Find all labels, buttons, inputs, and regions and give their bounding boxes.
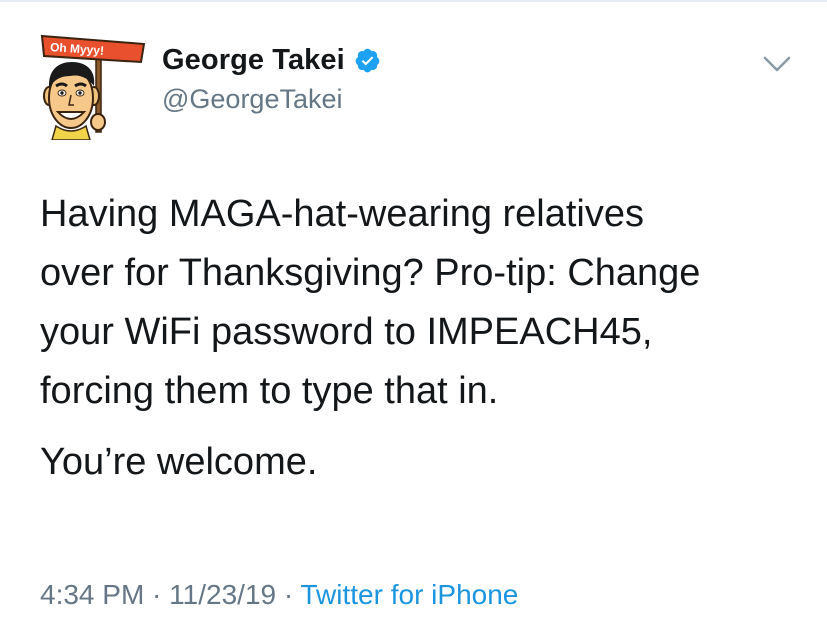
tweet-line: Having MAGA-hat-wearing relatives: [40, 193, 645, 235]
tweet-line: over for Thanksgiving? Pro-tip: Change: [40, 252, 701, 294]
verified-badge-icon: [355, 48, 380, 73]
tweet-source-link[interactable]: Twitter for iPhone: [300, 579, 518, 610]
tweet-time[interactable]: 4:34 PM: [40, 579, 144, 610]
author-name-row[interactable]: George Takei: [162, 44, 381, 77]
author-display-name[interactable]: George Takei: [162, 44, 345, 77]
tweet-closing: You’re welcome.: [40, 441, 318, 483]
meta-separator: ·: [144, 579, 170, 610]
tweet-paragraph: Having MAGA-hat-wearing relatives over f…: [40, 185, 810, 421]
author-handle[interactable]: @GeorgeTakei: [162, 84, 343, 115]
tweet-text: Having MAGA-hat-wearing relatives over f…: [40, 185, 810, 492]
tweet-date[interactable]: 11/23/19: [169, 579, 276, 610]
meta-separator: ·: [276, 579, 301, 610]
tweet-line: your WiFi password to IMPEACH45,: [40, 311, 653, 353]
avatar[interactable]: Oh Myyy!: [38, 30, 150, 140]
tweet-meta: 4:34 PM · 11/23/19 · Twitter for iPhone: [40, 579, 518, 611]
tweet-line: forcing them to type that in.: [40, 370, 499, 412]
tweet: Oh Myyy! George Takei @GeorgeTakei Havin…: [0, 0, 827, 627]
chevron-down-icon[interactable]: [762, 52, 792, 76]
